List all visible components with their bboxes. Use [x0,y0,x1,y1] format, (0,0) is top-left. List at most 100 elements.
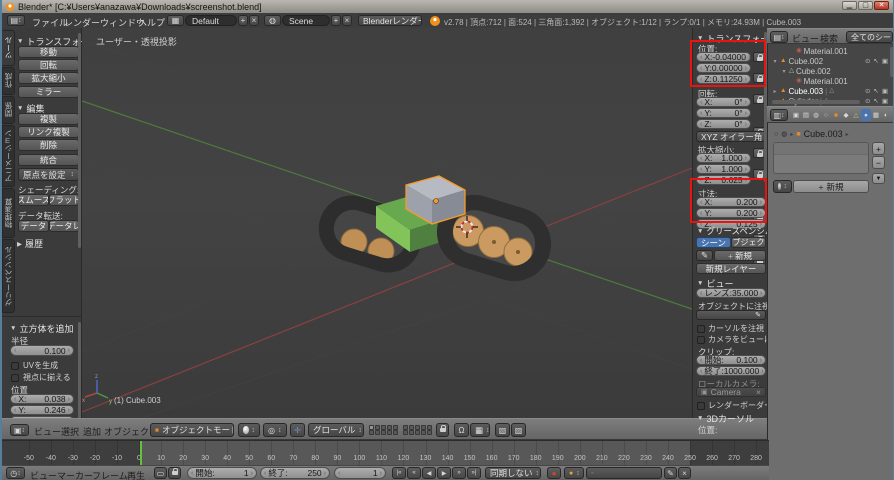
tab-render[interactable]: ▣ [791,109,801,121]
layout-delete-button[interactable]: × [249,15,259,26]
render-engine-dropdown[interactable]: Blenderレンダー↕ [358,15,422,26]
add-slot-button[interactable]: + [872,142,885,155]
tank-near-track[interactable] [382,148,622,348]
slot-specials-dropdown[interactable]: ▼ [872,173,885,184]
select-menu[interactable]: 選択 [61,425,79,438]
close-button[interactable]: ✕ [874,1,889,10]
scale-button[interactable]: 拡大縮小 [18,72,79,84]
scene-field[interactable]: Scene [282,15,330,26]
selectable-arrow-icon[interactable]: ↖ [873,97,878,105]
tab-world[interactable]: ○ [821,109,831,121]
generate-uvs-checkbox[interactable]: UVを生成 [11,360,58,371]
clip-end-field[interactable]: ‹終了:1000.000› [696,366,766,376]
material-slot-list[interactable] [773,142,869,174]
renderable-camera-icon[interactable]: ▣ [882,57,888,65]
timeline-playback-menu[interactable]: 再生 [127,469,145,480]
tab-physics[interactable]: 物理演算 [2,188,15,238]
jump-to-end-button[interactable]: »| [467,467,481,479]
timeline-marker-menu[interactable]: マーカー [57,469,93,480]
expand-icon[interactable]: ▸ [772,88,778,95]
frame-end-field[interactable]: ‹終了:250› [260,467,330,479]
scale-x-field[interactable]: ‹X:1.000› [696,153,751,163]
transform-orientation-dropdown[interactable]: グローバル↕ [308,423,364,437]
viewport-canvas[interactable]: x y z [82,28,692,418]
rotate-button[interactable]: 回転 [18,59,79,71]
outliner-row-object[interactable]: ▾ ▲ Cube.002 ⊙ ↖ ▣ [772,56,894,66]
manipulator-toggle-icon[interactable]: ✛ [290,423,305,437]
layers-grid-2[interactable] [403,425,433,435]
opengl-render-icon[interactable]: ▧ [495,423,510,437]
view-menu[interactable]: ビュー [34,425,61,438]
jump-prev-keyframe-button[interactable]: « [407,467,421,479]
tab-tools[interactable]: ツール [2,30,15,66]
play-button[interactable]: ▶ [437,467,451,479]
timeline-ruler[interactable]: -50-40-30-20-100102030405060708090100110… [2,440,769,465]
current-frame-field[interactable]: ‹1› [334,467,386,479]
delete-keyframe-icon[interactable]: × [678,467,691,479]
redo-panel-scrollbar[interactable] [78,322,81,432]
layer-cell[interactable] [375,430,380,435]
layer-cell[interactable] [427,430,432,435]
material-slot-row[interactable] [774,143,868,155]
remove-slot-button[interactable]: − [872,156,885,169]
jump-to-start-button[interactable]: |« [392,467,406,479]
outliner-filter-dropdown[interactable]: 全てのシーン↕ [846,31,893,43]
minimize-button[interactable]: ▁ [842,1,857,10]
clip-start-field[interactable]: ‹開始:0.100› [696,355,766,365]
radius-field[interactable]: ‹0.100› [10,345,74,356]
visibility-eye-icon[interactable]: ⊙ [865,97,870,105]
lock-to-scene-icon[interactable] [436,423,449,437]
history-panel-header[interactable]: ▶ 履歴 [17,237,43,250]
tab-grease-pencil[interactable]: グリースペンシル [2,239,15,313]
mirror-button[interactable]: ミラー [18,86,79,98]
gp-source-object-toggle[interactable]: オブジェクト [731,237,766,248]
set-origin-dropdown[interactable]: 原点を設定↕ [18,168,79,181]
gp-pencil-icon[interactable]: ✎↕ [696,250,713,261]
mode-dropdown[interactable]: ■ オブジェクトモード↕ [150,423,234,437]
gp-source-scene-toggle[interactable]: シーン [696,237,731,248]
gp-new-layer-button[interactable]: 新規レイヤー [696,263,766,274]
insert-keyframe-icon[interactable]: ✎ [664,467,677,479]
layer-cell[interactable] [369,430,374,435]
properties-editor-type-icon[interactable]: ▥ ↕ [770,109,788,121]
keying-set-icon[interactable]: ●↕ [564,467,584,479]
jump-next-keyframe-button[interactable]: » [452,467,466,479]
gp-new-button[interactable]: +新規 [714,250,766,261]
align-to-view-checkbox[interactable]: 視点に揃える [11,372,71,383]
lock-to-cursor-checkbox[interactable]: カーソルを注視 [697,323,764,334]
renderable-camera-icon[interactable]: ▣ [882,97,888,105]
tab-texture[interactable]: ▦ [871,109,881,121]
visibility-eye-icon[interactable]: ⊙ [865,87,870,95]
tab-material[interactable]: ● [861,109,871,121]
add-menu[interactable]: 追加 [83,425,101,438]
location-x-field[interactable]: ‹X:0.038› [10,394,74,404]
tab-animation[interactable]: アニメーション [2,125,15,187]
shade-flat-button[interactable]: フラット [49,194,79,206]
expand-icon[interactable]: ▾ [781,68,787,75]
lens-field[interactable]: ‹レンズ:35.000› [696,288,766,298]
node-icon[interactable]: ◍ [781,130,787,138]
3d-viewport[interactable]: x y z ユーザー・透視投影 (1) Cube.003 [82,28,692,418]
outliner-editor-type-icon[interactable]: ▤ ↕ [770,31,788,43]
rotation-x-field[interactable]: ‹X:0°› [696,97,751,107]
active-keying-set-field[interactable]: ◦ [586,467,662,479]
renderable-camera-icon[interactable]: ▣ [882,87,888,95]
scale-y-field[interactable]: ‹Y:1.000› [696,164,751,174]
sync-mode-dropdown[interactable]: 同期しない↕ [485,467,541,479]
scene-delete-button[interactable]: × [342,15,352,26]
layer-cell[interactable] [403,430,408,435]
maximize-button[interactable]: ▢ [858,1,873,10]
preview-range-icon[interactable]: ▭ [154,467,167,479]
duplicate-button[interactable]: 複製 [18,113,79,125]
current-frame-indicator[interactable] [140,441,142,465]
screen-layout-field[interactable]: Default [185,15,237,26]
duplicate-linked-button[interactable]: リンク複製 [18,126,79,138]
lock-object-field[interactable]: ✎ [696,310,766,320]
timeline-frame-menu[interactable]: フレーム [92,469,128,480]
viewport-editor-type-icon[interactable]: ▣ ↕ [10,424,29,436]
tab-physics[interactable]: ◐ [881,109,891,121]
pivot-center-dropdown[interactable]: ◎↕ [263,423,287,437]
layer-cell[interactable] [415,430,420,435]
shade-smooth-button[interactable]: スムーズ [18,194,49,206]
outliner-hscrollbar[interactable] [772,100,860,104]
